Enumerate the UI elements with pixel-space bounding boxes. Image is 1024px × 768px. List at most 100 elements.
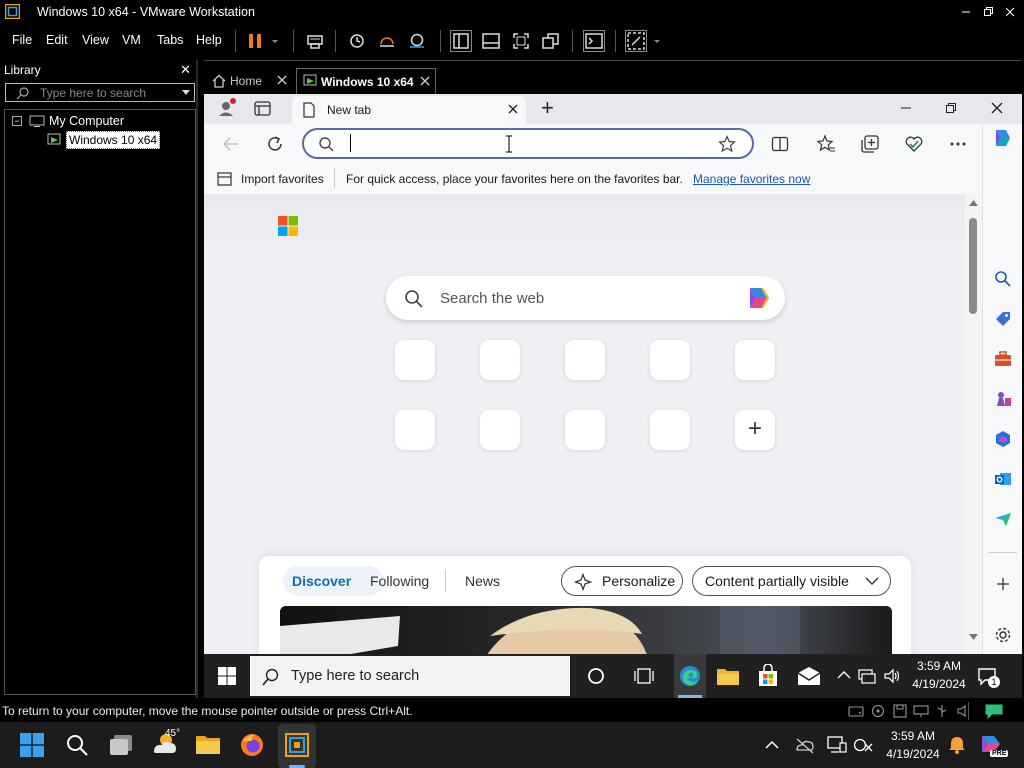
unity-icon[interactable] bbox=[540, 30, 562, 52]
menu-view[interactable]: View bbox=[82, 33, 109, 47]
sidebar-add-icon[interactable] bbox=[995, 576, 1011, 592]
library-search-input[interactable]: Type here to search bbox=[5, 83, 195, 102]
menu-file[interactable]: File bbox=[12, 33, 32, 47]
import-favorites-link[interactable]: Import favorites bbox=[241, 172, 324, 186]
send-ctrl-alt-del-icon[interactable] bbox=[304, 30, 326, 52]
menu-help[interactable]: Help bbox=[196, 33, 222, 47]
copilot-search-icon[interactable] bbox=[744, 284, 774, 312]
quick-link-tile[interactable] bbox=[565, 340, 605, 380]
close-button[interactable] bbox=[1002, 4, 1018, 20]
sidebar-search-icon[interactable] bbox=[994, 270, 1012, 288]
tree-item-windows-10-x64[interactable]: Windows 10 x64 bbox=[66, 131, 161, 149]
tab-home[interactable]: Home bbox=[206, 68, 292, 94]
tree-root-label[interactable]: My Computer bbox=[49, 114, 124, 128]
mail-icon[interactable] bbox=[796, 665, 822, 687]
console-view-icon[interactable] bbox=[583, 30, 605, 52]
edge-close-icon[interactable] bbox=[991, 102, 1003, 114]
guest-clock-date[interactable]: 4/19/2024 bbox=[907, 677, 971, 691]
content-visibility-dropdown[interactable]: Content partially visible bbox=[692, 566, 891, 596]
quick-link-tile[interactable] bbox=[650, 410, 690, 450]
guest-clock-time[interactable]: 3:59 AM bbox=[910, 659, 968, 673]
more-menu-icon[interactable] bbox=[949, 134, 967, 154]
device-floppy-icon[interactable] bbox=[892, 704, 908, 718]
snapshot-icon[interactable] bbox=[346, 30, 368, 52]
full-screen-icon[interactable] bbox=[510, 30, 532, 52]
browser-essentials-icon[interactable] bbox=[904, 134, 924, 154]
quick-link-tile[interactable] bbox=[735, 340, 775, 380]
quick-link-tile[interactable] bbox=[395, 340, 435, 380]
edge-restore-icon[interactable] bbox=[945, 102, 957, 114]
host-display-icon[interactable] bbox=[827, 735, 847, 755]
feed-tab-following[interactable]: Following bbox=[370, 573, 429, 589]
favorites-icon[interactable] bbox=[816, 134, 836, 154]
stretch-dropdown-chevron-icon[interactable] bbox=[650, 30, 664, 52]
network-icon[interactable] bbox=[858, 667, 876, 685]
tab-windows-10-x64[interactable]: Windows 10 x64 bbox=[296, 68, 436, 94]
web-search-box[interactable]: Search the web bbox=[386, 276, 785, 320]
guest-search-input[interactable]: Type here to search bbox=[250, 656, 570, 696]
power-dropdown-chevron-icon[interactable] bbox=[268, 30, 282, 52]
tools-briefcase-icon[interactable] bbox=[994, 350, 1012, 368]
news-article-image[interactable] bbox=[280, 606, 892, 654]
onedrive-offline-icon[interactable] bbox=[795, 736, 815, 754]
device-cd-icon[interactable] bbox=[870, 704, 886, 718]
host-windows-start-icon[interactable] bbox=[20, 733, 44, 757]
firefox-icon[interactable] bbox=[239, 732, 265, 758]
drop-send-icon[interactable] bbox=[994, 510, 1012, 528]
outlook-icon[interactable] bbox=[994, 470, 1012, 488]
message-log-icon[interactable] bbox=[984, 703, 1004, 719]
edge-tab-close-icon[interactable] bbox=[507, 103, 519, 115]
host-no-network-icon[interactable] bbox=[853, 736, 873, 754]
quick-link-tile[interactable] bbox=[480, 410, 520, 450]
collections-icon[interactable] bbox=[860, 134, 880, 154]
device-usb-icon[interactable] bbox=[934, 704, 950, 718]
refresh-icon[interactable] bbox=[266, 135, 284, 153]
windows-start-icon[interactable] bbox=[218, 667, 236, 685]
edge-minimize-icon[interactable] bbox=[900, 102, 912, 114]
minimize-button[interactable] bbox=[958, 4, 974, 20]
cortana-icon[interactable] bbox=[586, 666, 606, 686]
scroll-up-arrow-icon[interactable] bbox=[969, 200, 978, 206]
restore-button[interactable] bbox=[980, 4, 996, 20]
file-explorer-icon[interactable] bbox=[716, 665, 740, 687]
menu-vm[interactable]: VM bbox=[122, 33, 141, 47]
personalize-button[interactable]: Personalize bbox=[561, 566, 683, 596]
profile-avatar-icon[interactable] bbox=[216, 98, 238, 120]
notification-bell-icon[interactable] bbox=[948, 735, 966, 755]
scroll-thumb[interactable] bbox=[969, 218, 977, 314]
quick-link-tile[interactable] bbox=[480, 340, 520, 380]
new-tab-button[interactable]: + bbox=[541, 95, 554, 121]
edge-tab-new-tab[interactable]: New tab bbox=[292, 96, 526, 124]
snapshot-manager-icon[interactable] bbox=[406, 30, 428, 52]
games-chess-icon[interactable] bbox=[994, 390, 1012, 408]
quick-link-tile[interactable] bbox=[565, 410, 605, 450]
device-sound-icon[interactable] bbox=[956, 704, 972, 718]
host-search-icon[interactable] bbox=[65, 733, 89, 757]
microsoft-365-icon[interactable] bbox=[994, 430, 1012, 448]
back-arrow-icon[interactable] bbox=[222, 136, 240, 152]
host-clock-time[interactable]: 3:59 AM bbox=[880, 729, 946, 743]
show-library-icon[interactable] bbox=[450, 30, 472, 52]
library-close-button[interactable]: ✕ bbox=[180, 62, 191, 78]
address-bar[interactable] bbox=[302, 128, 754, 159]
manage-favorites-link[interactable]: Manage favorites now bbox=[693, 172, 810, 186]
quick-link-tile[interactable] bbox=[395, 410, 435, 450]
task-view-icon[interactable] bbox=[634, 666, 654, 686]
favorite-star-icon[interactable] bbox=[718, 135, 736, 153]
host-task-view-icon[interactable] bbox=[108, 733, 134, 757]
stretch-guest-icon[interactable] bbox=[625, 30, 647, 52]
feed-tab-news[interactable]: News bbox=[465, 573, 500, 589]
shopping-tag-icon[interactable] bbox=[994, 310, 1012, 328]
page-scrollbar[interactable] bbox=[965, 194, 982, 654]
thumbnail-bar-icon[interactable] bbox=[480, 30, 502, 52]
pause-icon[interactable] bbox=[245, 30, 267, 52]
host-vmware-taskbar-button[interactable] bbox=[278, 724, 316, 768]
device-network-icon[interactable] bbox=[913, 704, 929, 718]
split-screen-icon[interactable] bbox=[771, 135, 789, 153]
search-dropdown-chevron-icon[interactable] bbox=[181, 89, 191, 97]
sidebar-settings-gear-icon[interactable] bbox=[994, 626, 1012, 644]
tab-home-close-icon[interactable] bbox=[276, 72, 288, 86]
tab-actions-icon[interactable] bbox=[254, 101, 272, 117]
device-hdd-icon[interactable] bbox=[848, 704, 864, 718]
tray-chevron-up-icon[interactable] bbox=[837, 670, 851, 680]
